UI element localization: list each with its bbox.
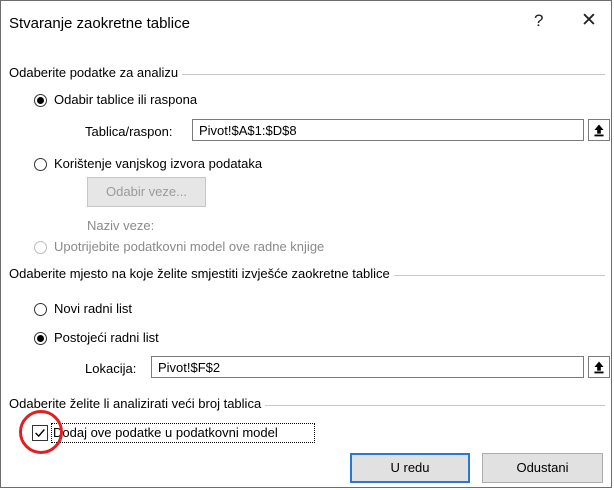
option-existing-sheet-label[interactable]: Postojeći radni list bbox=[54, 330, 159, 345]
help-button[interactable]: ? bbox=[534, 11, 543, 31]
title-bar: Stvaranje zaokretne tablice ? ✕ bbox=[1, 1, 611, 47]
option-new-sheet-label[interactable]: Novi radni list bbox=[54, 301, 132, 316]
location-picker-button[interactable] bbox=[588, 356, 610, 378]
collapse-dialog-icon bbox=[594, 124, 604, 137]
radio-existing-sheet[interactable] bbox=[34, 332, 47, 345]
cancel-button[interactable]: Odustani bbox=[482, 453, 603, 483]
radio-table-range[interactable] bbox=[34, 94, 47, 107]
location-label: Lokacija: bbox=[85, 361, 137, 376]
choose-connection-button[interactable]: Odabir veze... bbox=[87, 177, 206, 207]
option-table-range-label[interactable]: Odabir tablice ili raspona bbox=[54, 92, 197, 107]
section2-title: Odaberite mjesto na koje želite smjestit… bbox=[9, 266, 394, 281]
table-range-input[interactable] bbox=[192, 119, 584, 141]
option-external-source-label[interactable]: Korištenje vanjskog izvora podataka bbox=[54, 156, 262, 171]
close-button[interactable]: ✕ bbox=[581, 9, 597, 32]
section1-title: Odaberite podatke za analizu bbox=[9, 65, 183, 80]
table-range-label: Tablica/raspon: bbox=[85, 124, 173, 139]
radio-data-model[interactable] bbox=[34, 241, 47, 254]
collapse-dialog-icon bbox=[594, 361, 604, 374]
create-pivot-table-dialog: Stvaranje zaokretne tablice ? ✕ Odaberit… bbox=[0, 0, 612, 488]
ok-button[interactable]: U redu bbox=[350, 453, 470, 483]
annotation-circle bbox=[19, 410, 63, 454]
add-to-data-model-label[interactable]: Dodaj ove podatke u podatkovni model bbox=[53, 425, 278, 440]
connection-name-label: Naziv veze: bbox=[87, 218, 155, 233]
table-range-picker-button[interactable] bbox=[588, 119, 610, 141]
section3-title: Odaberite želite li analizirati veći bro… bbox=[9, 396, 266, 411]
dialog-title: Stvaranje zaokretne tablice bbox=[9, 15, 190, 32]
radio-new-sheet[interactable] bbox=[34, 303, 47, 316]
location-input[interactable] bbox=[151, 356, 584, 378]
radio-external-source[interactable] bbox=[34, 158, 47, 171]
option-data-model-label[interactable]: Upotrijebite podatkovni model ove radne … bbox=[54, 239, 324, 254]
